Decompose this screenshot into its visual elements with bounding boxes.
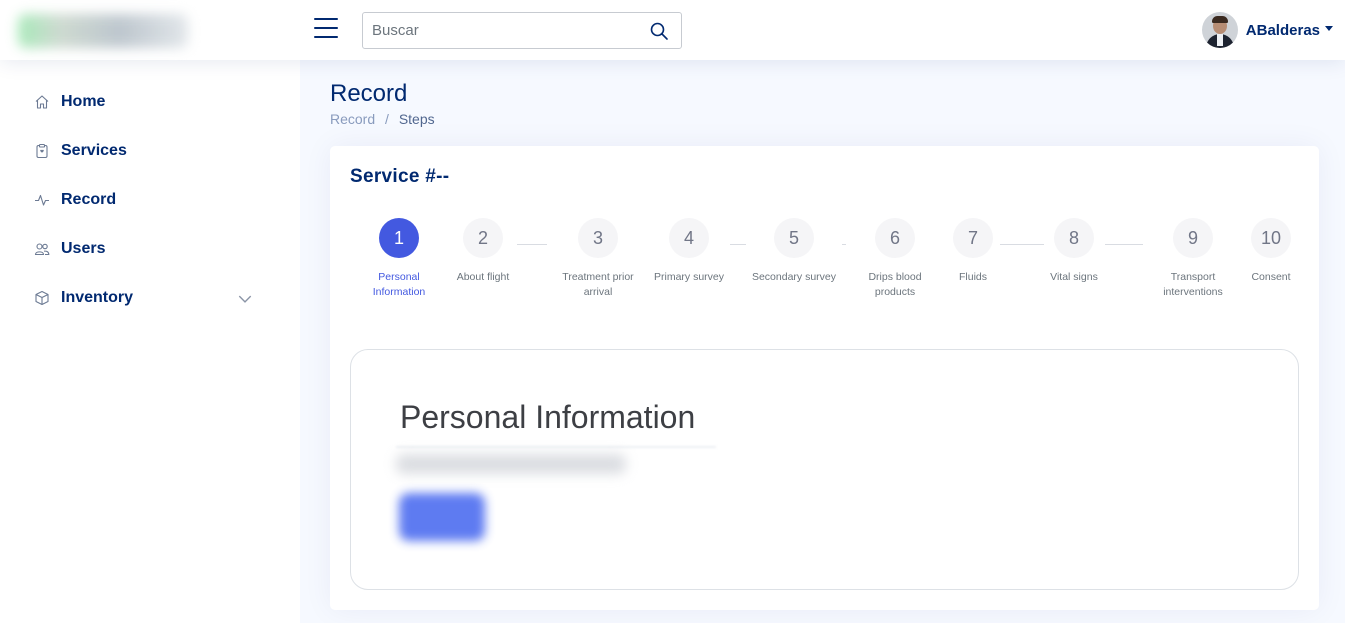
breadcrumb: Record / Steps	[330, 111, 435, 127]
box-icon	[35, 290, 49, 306]
breadcrumb-separator: /	[385, 111, 389, 127]
top-header: ABalderas	[0, 0, 1345, 60]
search-button[interactable]	[649, 21, 669, 41]
step-3[interactable]: 3 Treatment prior arrival	[548, 218, 648, 300]
avatar	[1201, 12, 1238, 48]
step-number: 9	[1173, 218, 1213, 258]
profile-name: ABalderas	[1245, 21, 1320, 39]
step-number: 7	[953, 218, 993, 258]
sidebar-item-label: Record	[61, 191, 117, 208]
people-icon	[34, 243, 50, 256]
step-number: 8	[1054, 218, 1094, 258]
chevron-down-icon	[238, 295, 252, 303]
step-number: 5	[774, 218, 814, 258]
caret-down-icon	[1325, 25, 1333, 31]
sidebar-item-home[interactable]: Home	[20, 82, 280, 122]
sidebar-item-record[interactable]: Record	[20, 180, 280, 220]
page-title: Record	[330, 80, 408, 107]
breadcrumb-item-steps: Steps	[398, 111, 435, 127]
step-label: Primary survey	[653, 271, 724, 283]
sidebar-item-services[interactable]: Services	[20, 131, 280, 171]
step-label: About flight	[456, 271, 510, 283]
app-logo[interactable]	[18, 14, 188, 48]
step-label: Treatment prior arrival	[562, 271, 634, 298]
step-number: 10	[1251, 218, 1291, 258]
sidebar-item-label: Services	[61, 142, 127, 159]
step-label: Secondary survey	[751, 271, 837, 283]
step-number: 4	[669, 218, 709, 258]
step-label: Vital signs	[1050, 271, 1098, 283]
service-card: Service #-- 1 Personal Information 2 Abo…	[330, 146, 1319, 610]
breadcrumb-item-record[interactable]: Record	[330, 111, 375, 127]
step-label: Fluids	[958, 271, 987, 283]
step-2[interactable]: 2 About flight	[433, 218, 533, 285]
step-number: 2	[463, 218, 503, 258]
section-action-button[interactable]	[399, 493, 485, 541]
step-label: Consent	[1251, 271, 1291, 283]
home-icon	[35, 95, 49, 109]
step-10[interactable]: 10 Consent	[1221, 218, 1321, 285]
step-number: 1	[379, 218, 419, 258]
search-bar	[362, 12, 682, 49]
menu-toggle-button[interactable]	[314, 18, 338, 42]
step-7[interactable]: 7 Fluids	[923, 218, 1023, 285]
section-divider	[396, 446, 716, 448]
sidebar-item-label: Users	[61, 240, 106, 257]
step-number: 6	[875, 218, 915, 258]
sidebar-item-users[interactable]: Users	[20, 229, 280, 269]
step-5[interactable]: 5 Secondary survey	[744, 218, 844, 285]
activity-icon	[35, 194, 49, 206]
profile-dropdown[interactable]: ABalderas	[1201, 12, 1333, 48]
section-title: Personal Information	[400, 399, 696, 435]
clipboard-icon	[36, 143, 48, 159]
sidebar-item-label: Home	[61, 93, 106, 110]
section-description	[396, 454, 626, 474]
search-icon	[650, 22, 668, 40]
search-input[interactable]	[363, 13, 633, 48]
step-4[interactable]: 4 Primary survey	[639, 218, 739, 285]
sidebar: Home Services Record Users Inventory	[0, 60, 300, 623]
step-8[interactable]: 8 Vital signs	[1024, 218, 1124, 285]
sidebar-item-label: Inventory	[61, 289, 134, 306]
sidebar-item-inventory[interactable]: Inventory	[20, 278, 280, 318]
step-number: 3	[578, 218, 618, 258]
step-content-panel: Personal Information	[350, 349, 1299, 590]
card-title: Service #--	[350, 166, 450, 187]
